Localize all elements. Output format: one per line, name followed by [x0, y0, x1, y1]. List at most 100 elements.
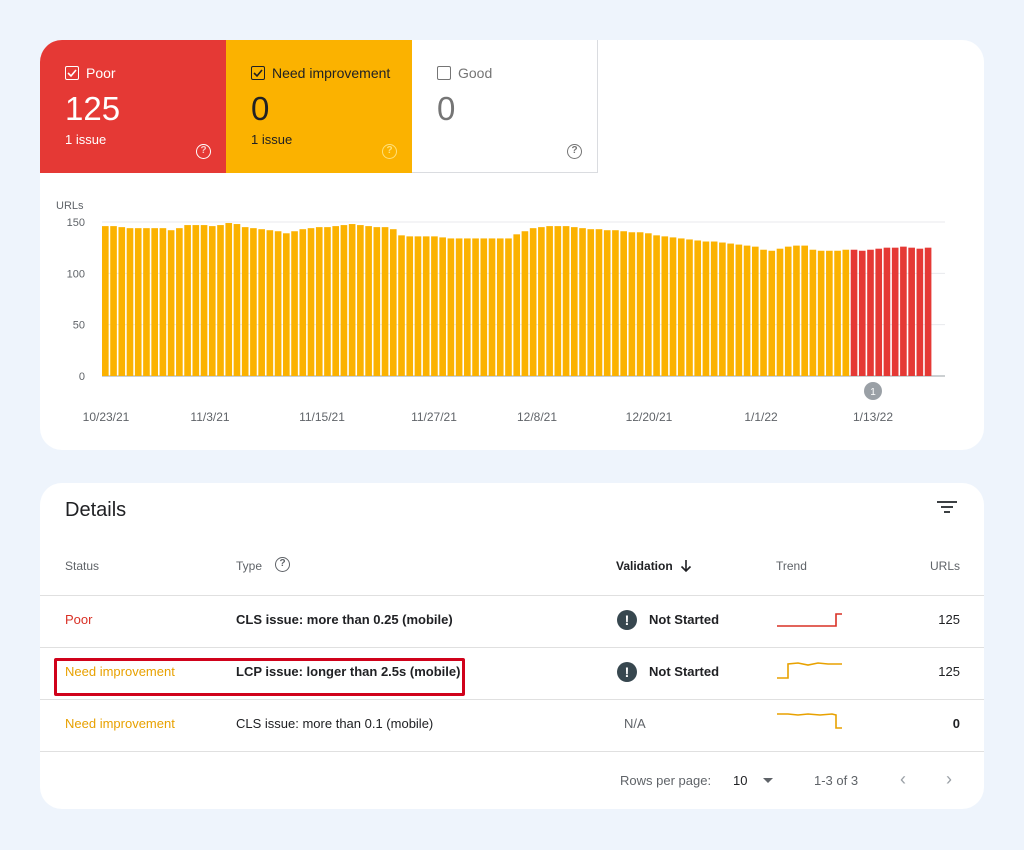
bar[interactable]: [291, 231, 298, 376]
bar[interactable]: [167, 230, 175, 376]
bar[interactable]: [710, 241, 718, 376]
bar[interactable]: [867, 249, 874, 376]
help-icon[interactable]: ?: [382, 144, 397, 159]
bar[interactable]: [233, 224, 241, 376]
bar[interactable]: [274, 231, 282, 376]
bar[interactable]: [332, 226, 340, 376]
bar[interactable]: [628, 232, 636, 376]
bar[interactable]: [241, 227, 249, 376]
bar[interactable]: [151, 228, 158, 376]
bar[interactable]: [176, 228, 183, 376]
bar[interactable]: [225, 223, 233, 376]
header-urls[interactable]: URLs: [930, 559, 960, 573]
bar[interactable]: [381, 227, 389, 376]
bar[interactable]: [801, 245, 808, 376]
bar[interactable]: [677, 238, 685, 376]
bar[interactable]: [134, 228, 142, 376]
bar[interactable]: [636, 232, 644, 376]
bar[interactable]: [315, 227, 323, 376]
bar[interactable]: [200, 225, 208, 376]
bar[interactable]: [669, 237, 677, 376]
poor-checkbox[interactable]: [65, 66, 79, 80]
bar[interactable]: [488, 238, 496, 376]
bar[interactable]: [850, 249, 858, 376]
bar[interactable]: [661, 236, 669, 376]
bar[interactable]: [357, 225, 364, 376]
bar[interactable]: [924, 247, 932, 376]
bar[interactable]: [480, 238, 488, 376]
bar[interactable]: [776, 248, 784, 376]
bar[interactable]: [694, 240, 702, 376]
bar[interactable]: [842, 249, 850, 376]
bar[interactable]: [554, 226, 562, 376]
bar[interactable]: [389, 229, 397, 376]
bar[interactable]: [900, 246, 907, 376]
filter-icon[interactable]: [936, 498, 958, 516]
bar[interactable]: [324, 227, 331, 376]
bar[interactable]: [546, 226, 553, 376]
bar[interactable]: [686, 239, 693, 376]
bar[interactable]: [143, 228, 150, 376]
bar[interactable]: [505, 238, 512, 376]
bar[interactable]: [373, 227, 381, 376]
bar[interactable]: [118, 227, 126, 376]
bar[interactable]: [916, 248, 924, 376]
bar[interactable]: [258, 229, 265, 376]
bar[interactable]: [266, 230, 274, 376]
bar[interactable]: [496, 238, 504, 376]
bar[interactable]: [743, 245, 751, 376]
bar[interactable]: [891, 247, 899, 376]
bar[interactable]: [719, 242, 726, 376]
bar[interactable]: [184, 225, 191, 376]
bar[interactable]: [826, 250, 833, 376]
table-row[interactable]: Poor CLS issue: more than 0.25 (mobile) …: [40, 595, 984, 647]
bar[interactable]: [883, 247, 891, 376]
bar[interactable]: [348, 224, 356, 376]
bar[interactable]: [217, 225, 224, 376]
bar[interactable]: [784, 246, 792, 376]
bar[interactable]: [307, 228, 315, 376]
header-validation[interactable]: Validation: [616, 559, 673, 573]
header-status[interactable]: Status: [65, 559, 99, 573]
bar[interactable]: [431, 236, 438, 376]
dropdown-arrow-icon[interactable]: [762, 777, 774, 785]
bar[interactable]: [406, 236, 414, 376]
table-row[interactable]: Need improvement CLS issue: more than 0.…: [40, 699, 984, 751]
bar[interactable]: [645, 233, 652, 376]
good-tile[interactable]: Good 0 ?: [412, 40, 598, 173]
bar[interactable]: [768, 250, 776, 376]
need-improvement-tile[interactable]: Need improvement 0 1 issue ?: [226, 40, 412, 173]
bar[interactable]: [365, 226, 372, 376]
bar[interactable]: [875, 248, 883, 376]
bar[interactable]: [414, 236, 422, 376]
bar[interactable]: [809, 249, 817, 376]
header-type[interactable]: Type: [236, 559, 262, 573]
bar[interactable]: [817, 250, 825, 376]
bar[interactable]: [653, 235, 660, 376]
chevron-left-icon[interactable]: ‹: [900, 769, 906, 790]
bar[interactable]: [595, 229, 603, 376]
rows-per-page-select[interactable]: 10: [733, 773, 747, 788]
bar[interactable]: [908, 247, 915, 376]
bar[interactable]: [587, 229, 595, 376]
bar[interactable]: [422, 236, 430, 376]
bar[interactable]: [472, 238, 479, 376]
bar[interactable]: [250, 228, 257, 376]
sort-arrow-down-icon[interactable]: [680, 559, 692, 573]
bar[interactable]: [529, 228, 537, 376]
bar[interactable]: [283, 233, 290, 376]
good-checkbox[interactable]: [437, 66, 451, 80]
bar[interactable]: [340, 225, 348, 376]
bar[interactable]: [620, 231, 627, 376]
bar[interactable]: [447, 238, 455, 376]
bar[interactable]: [562, 226, 570, 376]
bar[interactable]: [751, 246, 759, 376]
bar[interactable]: [464, 238, 471, 376]
help-icon[interactable]: ?: [567, 144, 582, 159]
bar[interactable]: [570, 227, 578, 376]
bar[interactable]: [110, 226, 117, 376]
bar[interactable]: [579, 228, 586, 376]
bar[interactable]: [612, 230, 619, 376]
bar[interactable]: [192, 225, 200, 376]
bar[interactable]: [702, 241, 710, 376]
